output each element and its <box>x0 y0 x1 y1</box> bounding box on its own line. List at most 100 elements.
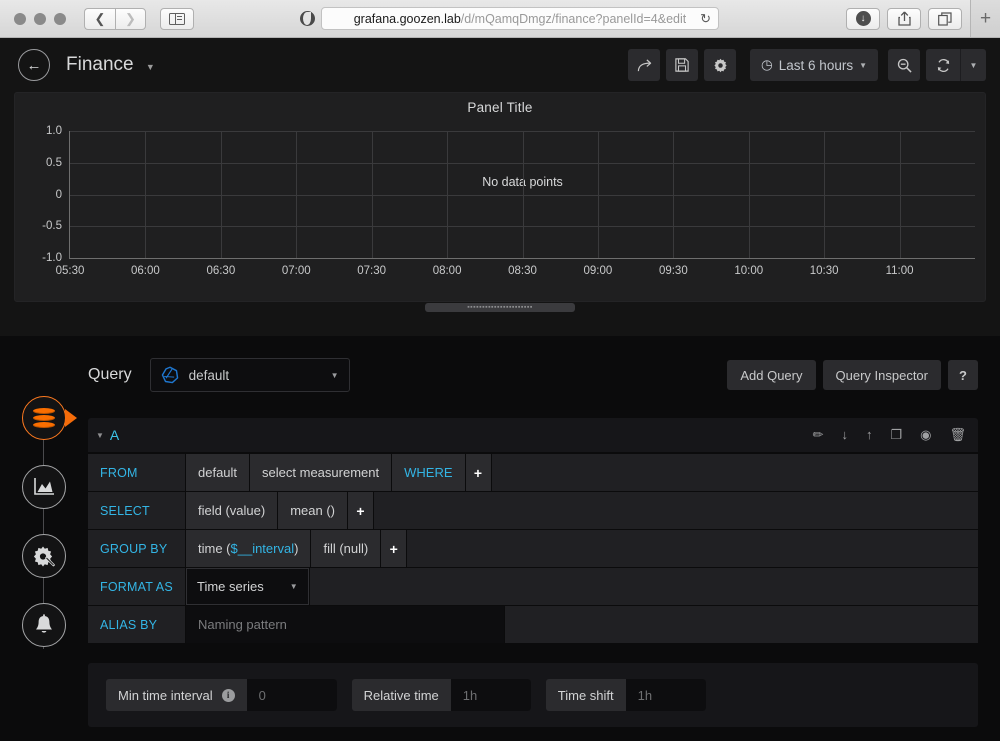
alias-by-label: ALIAS BY <box>88 606 186 643</box>
edit-query-icon[interactable]: ✏ <box>813 427 824 443</box>
relative-time-label-wrap: Relative time <box>352 679 451 711</box>
add-select-part-button[interactable]: + <box>348 492 373 529</box>
group-by-fill-segment[interactable]: fill (null) <box>311 530 381 567</box>
query-inspector-button[interactable]: Query Inspector <box>822 360 941 390</box>
chevron-down-icon[interactable]: ▼ <box>146 62 155 72</box>
new-tab-button[interactable]: + <box>970 0 1000 37</box>
toggle-sidebar-button[interactable] <box>160 7 194 30</box>
share-dashboard-button[interactable] <box>628 49 660 81</box>
zoom-out-icon <box>897 58 912 73</box>
grafana-app: ← Finance ▼ ◷ Last 6 hours ▼ ▼ Panel Tit… <box>0 38 1000 741</box>
share-icon <box>897 11 911 26</box>
refresh-interval-dropdown[interactable]: ▼ <box>960 49 986 81</box>
info-icon[interactable]: i <box>221 688 235 702</box>
datasource-picker[interactable]: default ▼ <box>149 358 350 392</box>
from-policy-segment[interactable]: default <box>186 454 250 491</box>
group-by-time-segment[interactable]: time ($__interval) <box>186 530 311 567</box>
x-axis-tick-label: 09:30 <box>658 265 688 277</box>
url-host: grafana.goozen.lab <box>353 11 461 26</box>
help-button[interactable]: ? <box>948 360 978 390</box>
query-letter[interactable]: A <box>110 427 119 443</box>
grid-line-vertical <box>296 131 298 258</box>
delete-query-icon[interactable]: 🗑 <box>949 427 966 443</box>
save-dashboard-button[interactable] <box>666 49 698 81</box>
group-by-row-filler <box>407 530 978 567</box>
min-time-interval-input[interactable]: 0 <box>246 679 337 711</box>
forward-button[interactable]: ❯ <box>115 7 146 30</box>
x-axis-tick-label: 10:00 <box>734 265 764 277</box>
time-shift-label-wrap: Time shift <box>546 679 626 711</box>
editor-tab-rail <box>0 336 88 741</box>
reader-button[interactable] <box>294 7 320 31</box>
downloads-button[interactable]: ↓ <box>846 7 880 30</box>
query-row-alias-by: ALIAS BY Naming pattern <box>88 606 978 643</box>
close-window-button[interactable] <box>14 12 26 25</box>
sidebar-item-alert[interactable] <box>22 603 66 647</box>
url-area: grafana.goozen.lab/d/mQamqDmgz/finance?p… <box>194 7 846 30</box>
sidebar-item-queries[interactable] <box>22 396 66 440</box>
back-button[interactable]: ❮ <box>84 7 115 30</box>
plot-region[interactable]: No data points 1.0 0.5 0 -0.5 -1.0 05:30 06:00… <box>42 125 975 277</box>
download-icon: ↓ <box>855 11 871 26</box>
format-as-label: FORMAT AS <box>88 568 186 605</box>
datasource-name: default <box>188 367 230 383</box>
alias-by-row-filler <box>505 606 978 643</box>
add-query-button[interactable]: Add Query <box>727 360 816 390</box>
panel-title[interactable]: Panel Title <box>15 93 985 115</box>
toggle-visibility-icon[interactable]: ◉ <box>920 427 931 443</box>
y-axis-tick-label: 0 <box>55 188 62 201</box>
show-tabs-button[interactable] <box>928 7 962 30</box>
tabs-icon <box>938 11 952 26</box>
duplicate-query-icon[interactable]: ❐ <box>890 427 902 443</box>
back-to-dashboard-button[interactable]: ← <box>18 49 50 81</box>
shield-icon <box>299 11 315 26</box>
relative-time-label: Relative time <box>363 687 439 703</box>
time-range-label: Last 6 hours <box>778 57 854 73</box>
relative-time-input[interactable]: 1h <box>450 679 531 711</box>
time-range-picker[interactable]: ◷ Last 6 hours ▼ <box>750 49 878 81</box>
window-traffic-lights[interactable] <box>14 12 66 25</box>
sidebar-item-visualization[interactable] <box>22 465 66 509</box>
group-by-time-variable: $__interval <box>230 541 295 556</box>
alias-by-input[interactable]: Naming pattern <box>186 606 504 643</box>
grid-line-vertical <box>673 131 675 258</box>
y-axis-tick-label: 1.0 <box>46 125 62 137</box>
add-group-by-button[interactable]: + <box>381 530 407 567</box>
collapse-query-icon[interactable]: ▼ <box>96 431 104 440</box>
format-as-select[interactable]: Time series ▼ <box>186 568 309 605</box>
move-up-icon[interactable]: ↑ <box>866 427 873 443</box>
grid-line-vertical <box>371 131 373 258</box>
share-button[interactable] <box>887 7 921 30</box>
select-row-filler <box>374 492 978 529</box>
time-shift-label: Time shift <box>557 687 614 703</box>
zoom-out-time-button[interactable] <box>888 49 920 81</box>
move-down-icon[interactable]: ↓ <box>841 427 848 443</box>
page-title: Finance ▼ <box>66 54 155 76</box>
where-label: WHERE <box>392 454 465 491</box>
from-measurement-segment[interactable]: select measurement <box>250 454 392 491</box>
reload-icon[interactable]: ↻ <box>700 11 711 27</box>
gear-wrench-icon <box>33 546 55 567</box>
time-shift-input[interactable]: 1h <box>625 679 706 711</box>
relative-time-option: Relative time 1h <box>351 679 531 711</box>
url-text: grafana.goozen.lab/d/mQamqDmgz/finance?p… <box>354 12 687 26</box>
minimize-window-button[interactable] <box>34 12 46 25</box>
panel-resize-handle[interactable]: ▪▪▪▪▪▪▪▪▪▪▪▪▪▪▪▪▪▪▪▪▪▪ <box>425 303 575 312</box>
select-field-segment[interactable]: field (value) <box>186 492 278 529</box>
add-where-button[interactable]: + <box>465 454 491 491</box>
dashboard-settings-button[interactable] <box>704 49 736 81</box>
maximize-window-button[interactable] <box>54 12 66 25</box>
select-function-segment[interactable]: mean () <box>278 492 347 529</box>
x-axis-tick-label: 07:30 <box>357 265 387 277</box>
browser-right-buttons: ↓ <box>846 7 962 30</box>
query-row-group-by: GROUP BY time ($__interval) fill (null) … <box>88 530 978 567</box>
editor-main: Query default ▼ Add Query Query Inspecto… <box>88 336 1000 741</box>
group-by-time-suffix: ) <box>294 541 299 556</box>
x-axis-tick-label: 10:30 <box>809 265 839 277</box>
sidebar-item-general[interactable] <box>22 534 66 578</box>
x-axis-tick-label: 08:00 <box>432 265 462 277</box>
query-section-label: Query <box>88 366 132 383</box>
min-time-interval-option: Min time interval i 0 <box>106 679 337 711</box>
refresh-button[interactable] <box>926 49 960 81</box>
address-bar[interactable]: grafana.goozen.lab/d/mQamqDmgz/finance?p… <box>321 7 719 30</box>
